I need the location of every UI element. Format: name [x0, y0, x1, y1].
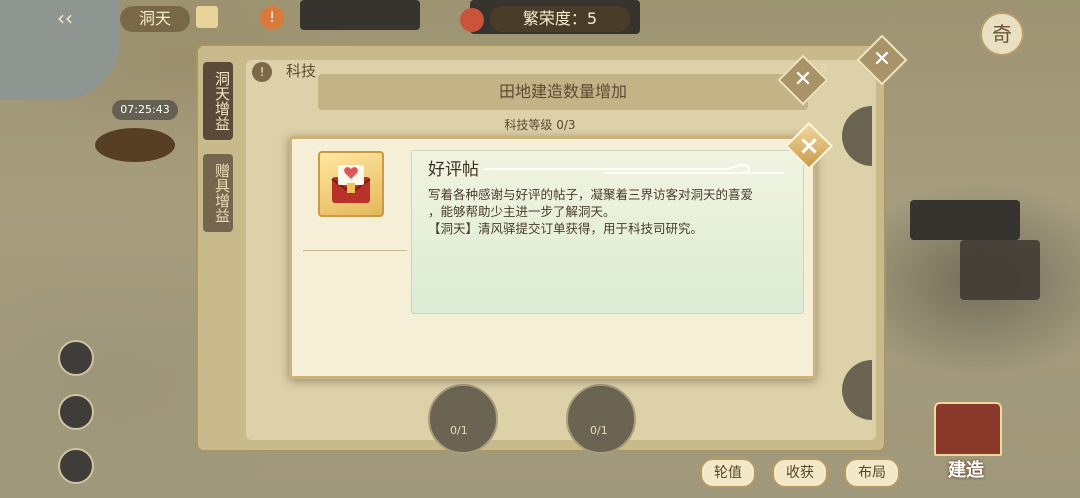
map-pin-icon[interactable]	[58, 340, 94, 376]
prosperity-label: 繁荣度：5	[490, 6, 630, 32]
alert-icon[interactable]: !	[260, 6, 284, 30]
envelope-letter-icon	[331, 165, 371, 203]
material-count: 0/1	[450, 424, 468, 437]
right-badge-button[interactable]: 奇	[980, 12, 1024, 56]
tech-level-label: 科技等级 0/3	[504, 118, 576, 132]
build-label: 建造	[948, 460, 984, 481]
item-description: 写着各种感谢与好评的帖子，凝聚着三界访客对洞天的喜爱 ，能够帮助少主进一步了解洞…	[428, 186, 796, 237]
side-tabs: 洞天增益 赠具增益	[203, 62, 237, 232]
info-icon[interactable]: !	[252, 62, 272, 82]
rotation-button[interactable]: 轮值	[700, 458, 756, 488]
eye-icon[interactable]	[58, 394, 94, 430]
tech-name-header: 田地建造数量增加	[318, 74, 808, 110]
chat-icon[interactable]	[58, 448, 94, 484]
fire-icon	[460, 8, 484, 32]
material-icon	[428, 384, 498, 454]
description-line: ，能够帮助少主进一步了解洞天。	[428, 204, 616, 219]
material-count: 0/1	[590, 424, 608, 437]
tooltip-close-button[interactable]: ×	[784, 121, 834, 171]
location-label: 洞天	[120, 6, 190, 32]
harvest-button[interactable]: 收获	[772, 458, 828, 488]
timer-badge: 07:25:43	[112, 100, 178, 120]
cloud-ornament	[484, 163, 784, 174]
pavilion-icon	[934, 402, 1002, 456]
tab-gear-buff[interactable]: 赠具增益	[203, 154, 233, 232]
close-icon: ×	[798, 131, 820, 161]
layout-button[interactable]: 布局	[844, 458, 900, 488]
tab-dongtian-buff[interactable]: 洞天增益	[203, 62, 233, 140]
scroll-icon[interactable]	[196, 6, 218, 28]
description-line: 写着各种感谢与好评的帖子，凝聚着三界访客对洞天的喜爱	[428, 187, 754, 202]
material-icon	[566, 384, 636, 454]
back-arrow-icon[interactable]: ‹‹	[50, 6, 80, 30]
description-line: 【洞天】清风驿提交订单获得，用于科技司研究。	[428, 221, 704, 236]
build-button[interactable]: 建造	[928, 398, 1004, 486]
divider	[303, 250, 407, 251]
item-icon-frame	[318, 151, 384, 217]
